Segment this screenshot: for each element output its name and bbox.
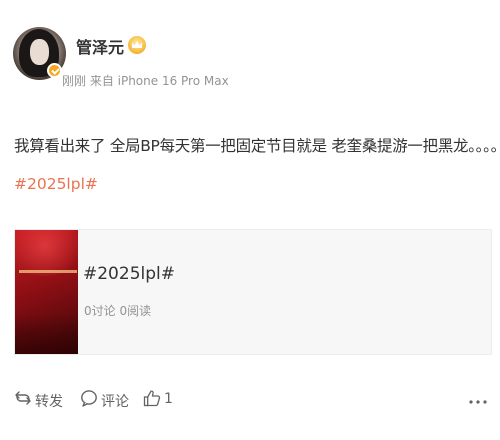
verified-icon [47,63,62,78]
author-name[interactable]: 管泽元 [76,34,124,58]
action-bar: 转发 评论 1 [0,385,500,415]
like-icon [143,390,161,407]
comment-label: 评论 [101,394,129,410]
post-text: 我算看出来了 全局BP每天第一把固定节目就是 老奎桑提游一把黑龙。。。。 [14,137,500,155]
topic-thumbnail [15,230,78,354]
topic-title: #2025lpl# [83,264,175,284]
like-count: 1 [164,391,173,407]
thumbnail-shade [15,314,78,354]
topic-card[interactable]: #2025lpl# 0讨论 0阅读 [14,229,492,355]
repost-label: 转发 [35,394,63,410]
topic-stats: 0讨论 0阅读 [84,304,152,318]
thumbnail-caption-strip [19,270,77,273]
comment-icon [81,390,97,407]
more-icon[interactable] [468,399,488,405]
repost-icon [15,391,31,405]
post-meta: 刚刚 来自 iPhone 16 Pro Max [62,74,229,88]
hashtag-link[interactable]: #2025lpl# [14,175,98,193]
crown-icon[interactable] [128,36,146,54]
post-header: 管泽元 刚刚 来自 iPhone 16 Pro Max [13,27,483,93]
avatar-face [30,39,49,65]
